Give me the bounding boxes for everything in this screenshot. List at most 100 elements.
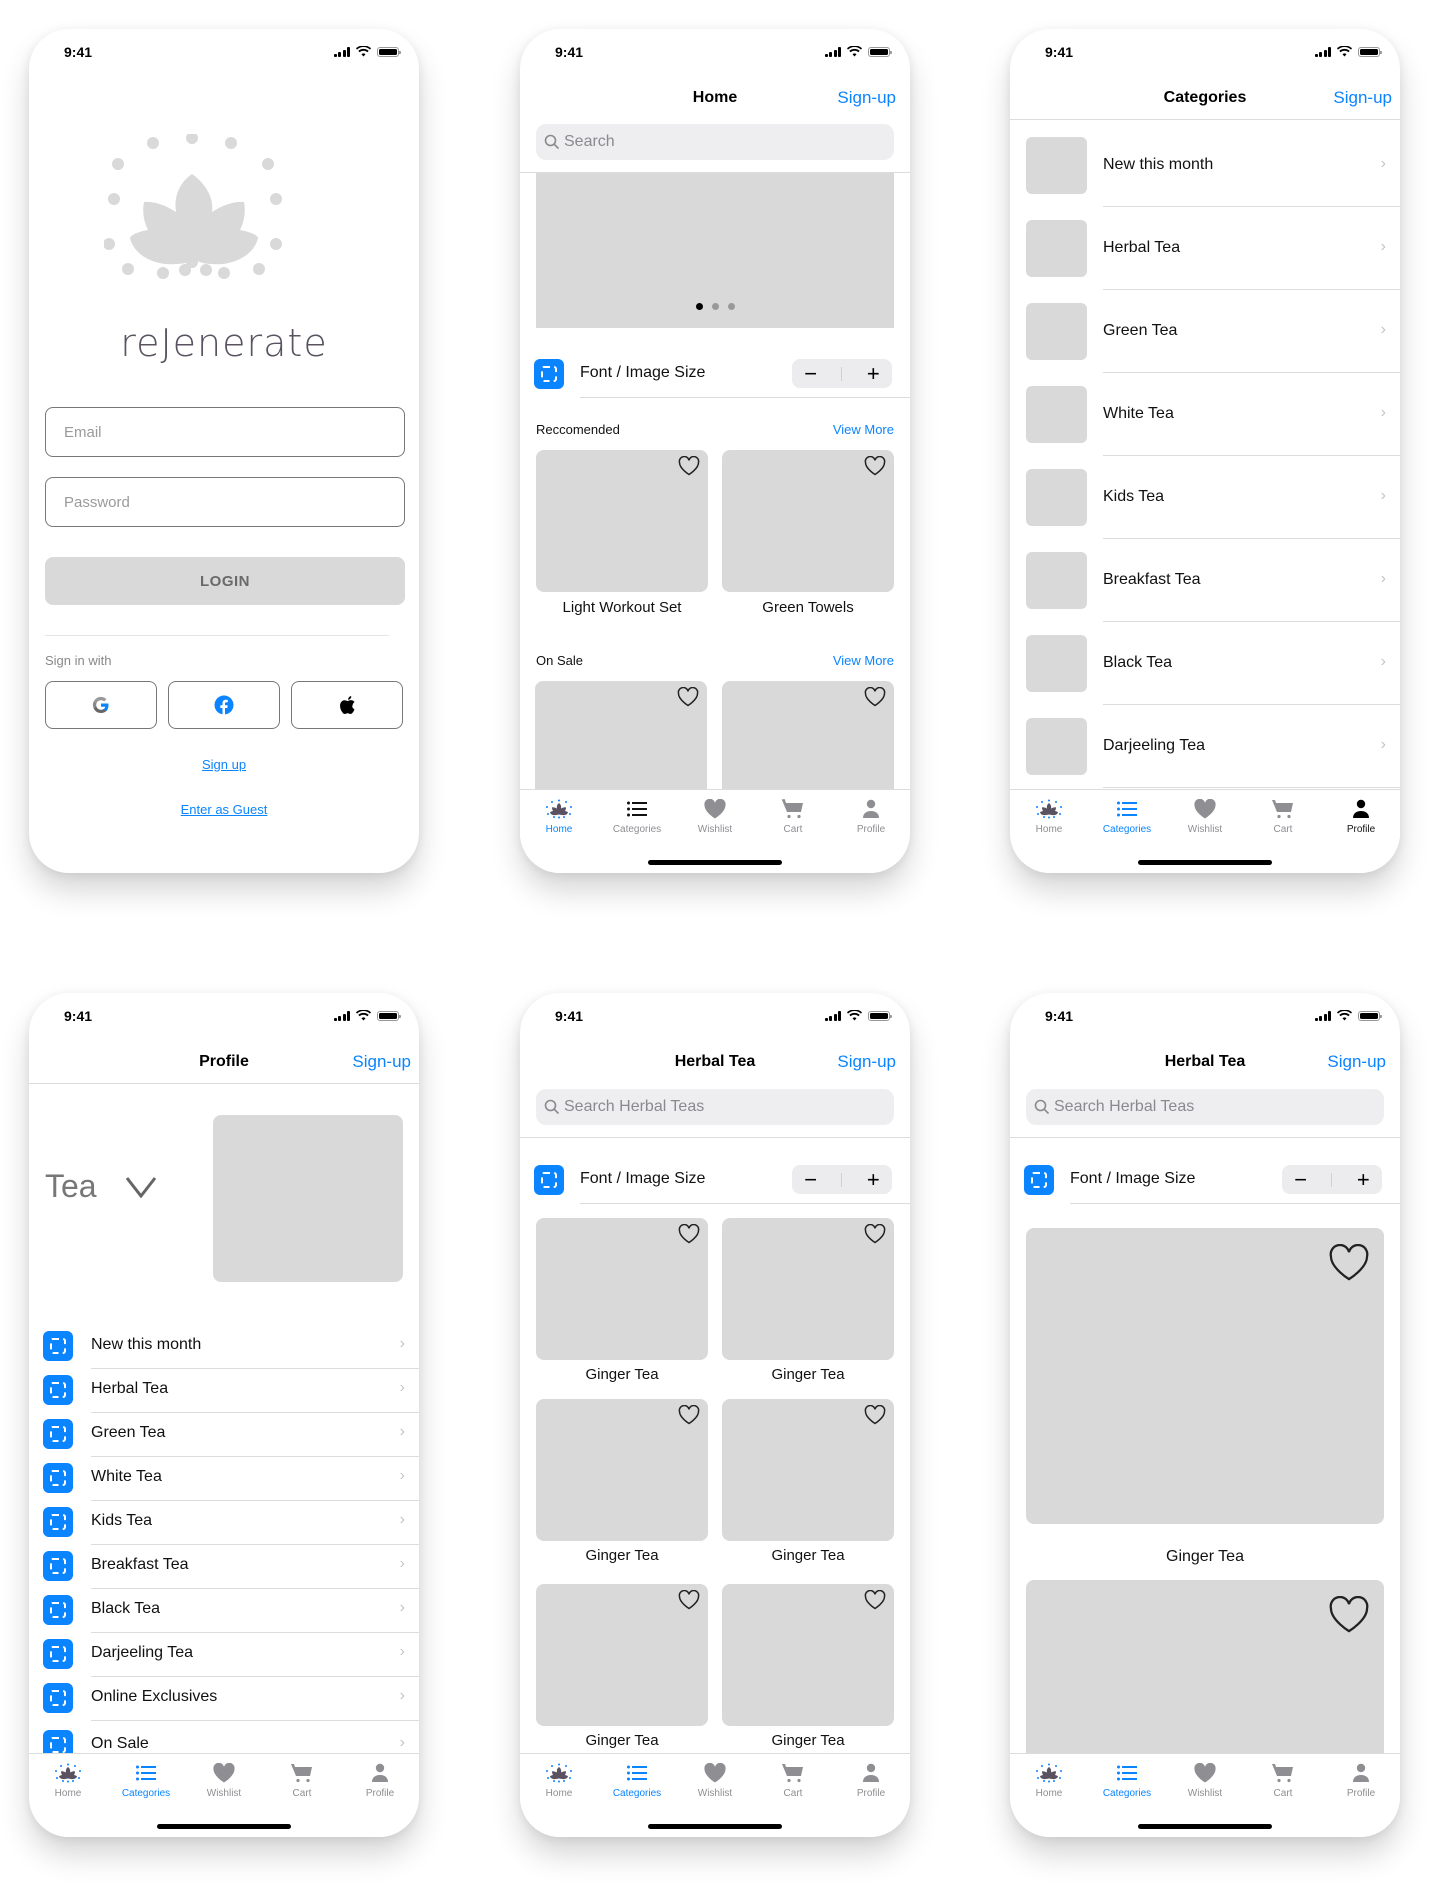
profile-category-row[interactable]: Darjeeling Tea › (29, 1633, 419, 1677)
category-row[interactable]: Breakfast Tea › (1010, 552, 1400, 635)
tab-wishlist[interactable]: Wishlist (676, 796, 754, 835)
sign-up-link[interactable]: Sign up (202, 757, 246, 772)
on-sale-view-more[interactable]: View More (833, 653, 894, 668)
tab-categories[interactable]: Categories (107, 1760, 185, 1799)
facebook-sign-in-button[interactable] (168, 681, 280, 729)
profile-category-row[interactable]: New this month › (29, 1325, 419, 1369)
heart-icon[interactable] (678, 1405, 700, 1425)
heart-icon[interactable] (678, 1590, 700, 1610)
page-dot[interactable] (727, 303, 735, 310)
tab-cart[interactable]: Cart (1244, 1760, 1322, 1799)
page-dot[interactable] (711, 303, 719, 310)
increase-button[interactable]: + (1357, 1168, 1370, 1191)
tab-wishlist[interactable]: Wishlist (185, 1760, 263, 1799)
heart-icon[interactable] (678, 456, 700, 476)
list-icon (136, 1765, 156, 1781)
product-card[interactable] (536, 450, 708, 592)
tab-profile[interactable]: Profile (1322, 796, 1400, 835)
tab-wishlist[interactable]: Wishlist (676, 1760, 754, 1799)
status-bar: 9:41 (29, 993, 419, 1043)
heart-icon[interactable] (1328, 1596, 1370, 1634)
tab-profile[interactable]: Profile (832, 796, 910, 835)
search-input[interactable]: Search Herbal Teas (536, 1089, 894, 1125)
tab-categories[interactable]: Categories (1088, 796, 1166, 835)
tab-home[interactable]: Home (1010, 1760, 1088, 1799)
profile-category-row[interactable]: Breakfast Tea › (29, 1545, 419, 1589)
category-row[interactable]: Herbal Tea › (1010, 220, 1400, 303)
battery-icon (377, 1010, 401, 1021)
tab-wishlist[interactable]: Wishlist (1166, 796, 1244, 835)
category-row[interactable]: New this month › (1010, 137, 1400, 220)
heart-icon[interactable] (677, 687, 699, 707)
heart-icon[interactable] (864, 687, 886, 707)
password-field[interactable]: Password (45, 477, 405, 527)
heart-icon[interactable] (864, 1405, 886, 1425)
tab-categories[interactable]: Categories (1088, 1760, 1166, 1799)
tab-cart[interactable]: Cart (754, 796, 832, 835)
sign-up-button[interactable]: Sign-up (1327, 1052, 1386, 1072)
tab-home[interactable]: Home (520, 796, 598, 835)
heart-icon[interactable] (1328, 1244, 1370, 1282)
category-selector[interactable]: Tea (45, 1168, 157, 1205)
heart-icon[interactable] (678, 1224, 700, 1244)
heart-icon[interactable] (864, 456, 886, 476)
tab-cart[interactable]: Cart (754, 1760, 832, 1799)
tab-cart[interactable]: Cart (1244, 796, 1322, 835)
category-row[interactable]: Kids Tea › (1010, 469, 1400, 552)
product-card-large[interactable] (1026, 1580, 1384, 1780)
product-card[interactable] (722, 1584, 894, 1726)
category-row[interactable]: Green Tea › (1010, 303, 1400, 386)
tab-home[interactable]: Home (1010, 796, 1088, 835)
email-field[interactable]: Email (45, 407, 405, 457)
profile-category-row[interactable]: Herbal Tea › (29, 1369, 419, 1413)
product-card[interactable] (536, 1218, 708, 1360)
tab-wishlist[interactable]: Wishlist (1166, 1760, 1244, 1799)
google-sign-in-button[interactable] (45, 681, 157, 729)
tab-label: Wishlist (206, 1788, 242, 1799)
heart-icon[interactable] (864, 1224, 886, 1244)
product-card-large[interactable] (1026, 1228, 1384, 1524)
profile-category-row[interactable]: Green Tea › (29, 1413, 419, 1457)
recommended-view-more[interactable]: View More (833, 422, 894, 437)
search-input[interactable]: Search Herbal Teas (1026, 1089, 1384, 1125)
heart-filled-icon (704, 1763, 726, 1783)
search-input[interactable]: Search (536, 124, 894, 160)
product-card[interactable] (536, 1584, 708, 1726)
tab-categories[interactable]: Categories (598, 796, 676, 835)
decrease-button[interactable]: − (804, 1168, 817, 1191)
profile-category-row[interactable]: Kids Tea › (29, 1501, 419, 1545)
tab-profile[interactable]: Profile (1322, 1760, 1400, 1799)
tab-categories[interactable]: Categories (598, 1760, 676, 1799)
carousel-banner[interactable] (536, 173, 894, 328)
apple-sign-in-button[interactable] (291, 681, 403, 729)
profile-category-row[interactable]: Online Exclusives › (29, 1677, 419, 1721)
sign-up-button[interactable]: Sign-up (1333, 88, 1392, 108)
category-icon (43, 1375, 73, 1405)
product-card[interactable] (722, 450, 894, 592)
login-button[interactable]: LOGIN (45, 557, 405, 605)
apple-icon (340, 696, 355, 714)
tab-profile[interactable]: Profile (832, 1760, 910, 1799)
tab-home[interactable]: Home (29, 1760, 107, 1799)
enter-as-guest-link[interactable]: Enter as Guest (181, 802, 268, 817)
tab-profile[interactable]: Profile (341, 1760, 419, 1799)
heart-icon[interactable] (864, 1590, 886, 1610)
profile-category-row[interactable]: Black Tea › (29, 1589, 419, 1633)
decrease-button[interactable]: − (1294, 1168, 1307, 1191)
product-card[interactable] (722, 1218, 894, 1360)
sign-up-button[interactable]: Sign-up (837, 88, 896, 108)
increase-button[interactable]: + (867, 362, 880, 385)
category-row[interactable]: Black Tea › (1010, 635, 1400, 718)
product-card[interactable] (722, 1399, 894, 1541)
tab-cart[interactable]: Cart (263, 1760, 341, 1799)
profile-category-row[interactable]: White Tea › (29, 1457, 419, 1501)
on-sale-title: On Sale (536, 653, 583, 668)
increase-button[interactable]: + (867, 1168, 880, 1191)
sign-up-button[interactable]: Sign-up (352, 1052, 411, 1072)
decrease-button[interactable]: − (804, 362, 817, 385)
tab-home[interactable]: Home (520, 1760, 598, 1799)
page-dot-active[interactable] (695, 303, 703, 310)
sign-up-button[interactable]: Sign-up (837, 1052, 896, 1072)
category-row[interactable]: White Tea › (1010, 386, 1400, 469)
product-card[interactable] (536, 1399, 708, 1541)
